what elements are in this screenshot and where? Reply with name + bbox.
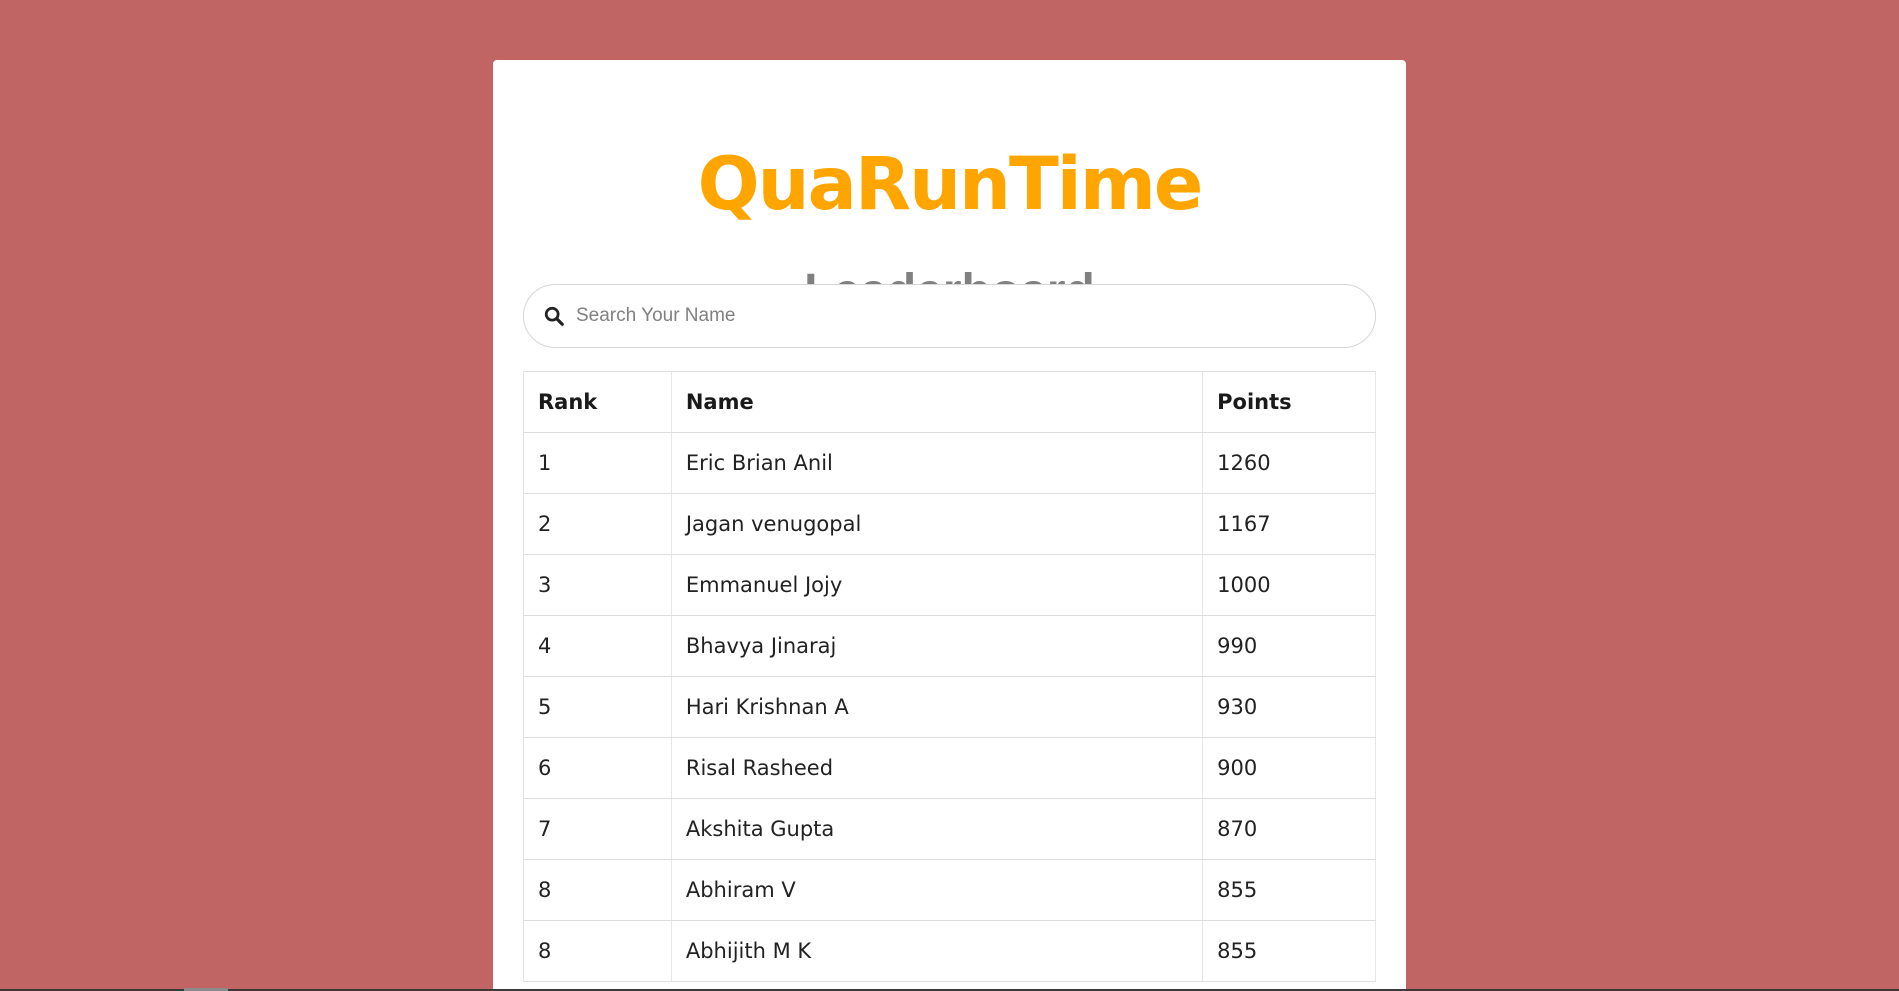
table-row: 5 Hari Krishnan A 930 [523, 676, 1376, 738]
rank-cell: 3 [523, 554, 672, 616]
table-row: 1 Eric Brian Anil 1260 [523, 432, 1376, 494]
rank-column-header: Rank [523, 371, 672, 433]
name-cell: Abhiram V [670, 859, 1204, 921]
brand-title: QuaRunTime [697, 142, 1204, 227]
name-cell: Hari Krishnan A [670, 676, 1204, 738]
name-cell: Abhijith M K [670, 920, 1204, 982]
table-row: 7 Akshita Gupta 870 [523, 798, 1376, 860]
rank-cell: 7 [523, 798, 672, 860]
rank-cell: 2 [523, 493, 672, 555]
search-input[interactable] [572, 298, 1360, 334]
points-cell: 855 [1202, 920, 1376, 982]
points-column-header: Points [1202, 371, 1376, 433]
leaderboard-table-container: Rank Name Points 1 Eric Brian Anil 1260 … [523, 371, 1376, 982]
table-row: 8 Abhiram V 855 [523, 859, 1376, 921]
points-cell: 1167 [1202, 493, 1376, 555]
search-icon [544, 306, 564, 326]
points-cell: 855 [1202, 859, 1376, 921]
rank-cell: 6 [523, 737, 672, 799]
name-cell: Eric Brian Anil [670, 432, 1204, 494]
name-cell: Jagan venugopal [670, 493, 1204, 555]
rank-cell: 4 [523, 615, 672, 677]
points-cell: 870 [1202, 798, 1376, 860]
table-row: 3 Emmanuel Jojy 1000 [523, 554, 1376, 616]
points-cell: 930 [1202, 676, 1376, 738]
page: QuaRunTime Leaderboard Rank Name Points [0, 0, 1899, 991]
search-box[interactable] [523, 284, 1376, 348]
name-cell: Emmanuel Jojy [670, 554, 1204, 616]
points-cell: 990 [1202, 615, 1376, 677]
name-cell: Akshita Gupta [670, 798, 1204, 860]
table-row: 4 Bhavya Jinaraj 990 [523, 615, 1376, 677]
table-row: 2 Jagan venugopal 1167 [523, 493, 1376, 555]
table-row: 6 Risal Rasheed 900 [523, 737, 1376, 799]
leaderboard-table: Rank Name Points 1 Eric Brian Anil 1260 … [523, 371, 1376, 982]
points-cell: 1260 [1202, 432, 1376, 494]
points-cell: 900 [1202, 737, 1376, 799]
rank-cell: 5 [523, 676, 672, 738]
rank-cell: 1 [523, 432, 672, 494]
name-cell: Risal Rasheed [670, 737, 1204, 799]
rank-cell: 8 [523, 920, 672, 982]
points-cell: 1000 [1202, 554, 1376, 616]
table-row: 8 Abhijith M K 855 [523, 920, 1376, 982]
table-header-row: Rank Name Points [523, 371, 1376, 433]
rank-cell: 8 [523, 859, 672, 921]
name-column-header: Name [670, 371, 1204, 433]
name-cell: Bhavya Jinaraj [670, 615, 1204, 677]
